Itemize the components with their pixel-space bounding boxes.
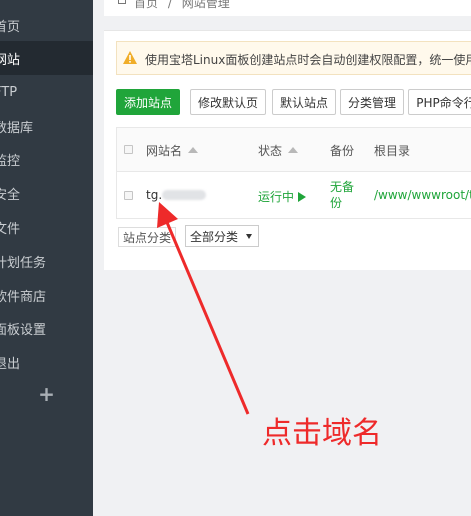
sidebar-item-label: 软件商店	[0, 289, 47, 305]
sidebar-item-website[interactable]: 网站	[0, 41, 93, 75]
sidebar-item-settings[interactable]: 面板设置	[0, 311, 93, 345]
sidebar-item-home[interactable]: 首页	[0, 8, 93, 42]
info-alert: 使用宝塔Linux面板创建站点时会自动创建权限配置，统一使用	[116, 41, 471, 75]
sidebar-item-logout[interactable]: 退出	[0, 345, 93, 379]
sidebar-item-files[interactable]: 文件	[0, 210, 93, 244]
select-all-checkbox[interactable]	[124, 145, 133, 154]
sidebar-item-label: 退出	[0, 356, 21, 372]
sidebar-item-label: 数据库	[0, 120, 34, 136]
sidebar-item-label: FTP	[0, 84, 18, 100]
site-domain-link[interactable]: tg.	[146, 188, 207, 202]
sidebar-item-ftp[interactable]: FTP	[0, 75, 93, 109]
sidebar-item-label: 首页	[0, 19, 21, 35]
sort-asc-icon[interactable]	[188, 147, 199, 153]
site-status-toggle[interactable]: 运行中	[258, 188, 307, 205]
sidebar-item-label: 安全	[0, 187, 21, 203]
column-header-name[interactable]: 网站名	[146, 142, 199, 159]
sidebar-item-label: 网站	[0, 52, 21, 68]
sidebar: 首页 网站 FTP 数据库 监控 安全 文件 计划任务 软件商店 面板设置 退出…	[0, 0, 93, 516]
annotation-label: 点击域名	[262, 416, 382, 451]
column-header-status[interactable]: 状态	[258, 142, 299, 159]
php-cli-button[interactable]: PHP命令行	[408, 89, 471, 115]
breadcrumb-separator: /	[167, 0, 172, 10]
sort-asc-icon[interactable]	[288, 147, 299, 153]
column-header-root: 根目录	[374, 144, 411, 158]
category-filter-select[interactable]: 全部分类	[185, 225, 259, 247]
category-filter-label: 站点分类	[118, 227, 177, 247]
dropdown-caret-icon	[246, 234, 252, 239]
sidebar-item-label: 监控	[0, 153, 21, 169]
site-backup-link[interactable]: 无备 份	[330, 179, 354, 211]
warning-icon	[123, 51, 137, 64]
sidebar-item-label: 计划任务	[0, 255, 47, 271]
sidebar-item-monitor[interactable]: 监控	[0, 142, 93, 176]
sidebar-item-cron[interactable]: 计划任务	[0, 244, 93, 278]
sidebar-item-label: 文件	[0, 221, 21, 237]
column-header-backup: 备份	[330, 144, 355, 158]
alert-text: 使用宝塔Linux面板创建站点时会自动创建权限配置，统一使用	[145, 53, 471, 67]
play-icon	[298, 192, 307, 202]
breadcrumb-home[interactable]: 首页	[134, 0, 158, 10]
table-row: tg. 运行中 无备 份 /www/wwwroot/t	[117, 172, 471, 218]
edit-default-page-button[interactable]: 修改默认页	[190, 89, 266, 115]
site-root-link[interactable]: /www/wwwroot/t	[374, 188, 471, 202]
sidebar-item-database[interactable]: 数据库	[0, 109, 93, 143]
sidebar-add-button[interactable]: +	[0, 377, 93, 411]
category-manage-button[interactable]: 分类管理	[340, 89, 404, 115]
default-site-button[interactable]: 默认站点	[272, 89, 336, 115]
table-header: 网站名 状态 备份 根目录	[117, 128, 471, 172]
redacted-domain	[162, 190, 207, 200]
site-table: 网站名 状态 备份 根目录 tg. 运行中 无备 份 /www/wwwroot/…	[116, 127, 471, 219]
breadcrumb-current: 网站管理	[181, 0, 230, 10]
row-checkbox[interactable]	[124, 191, 133, 200]
site-management-panel: 使用宝塔Linux面板创建站点时会自动创建权限配置，统一使用 添加站点 修改默认…	[104, 30, 471, 270]
sidebar-item-label: 面板设置	[0, 322, 47, 338]
add-site-button[interactable]: 添加站点	[116, 89, 180, 115]
sidebar-item-security[interactable]: 安全	[0, 176, 93, 210]
sidebar-item-store[interactable]: 软件商店	[0, 278, 93, 312]
home-icon[interactable]	[118, 0, 126, 4]
breadcrumb: 首页 / 网站管理	[104, 0, 471, 16]
